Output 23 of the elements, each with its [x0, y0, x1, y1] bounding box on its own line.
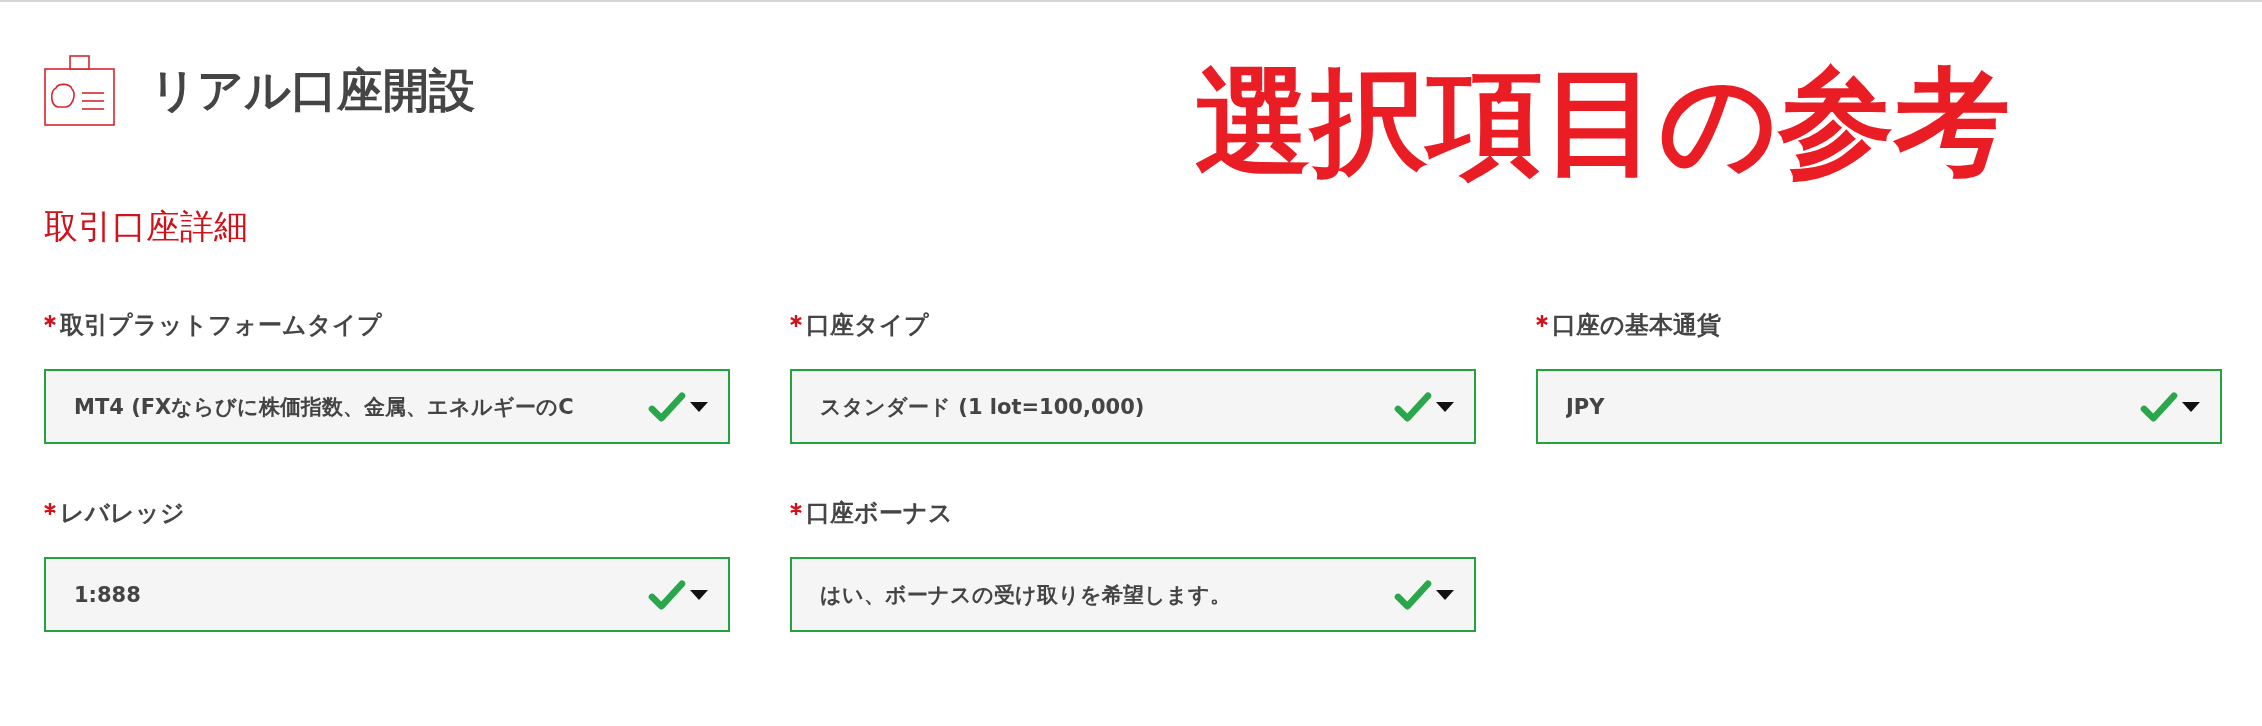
field-label: レバレッジ	[60, 498, 185, 529]
caret-icon	[690, 401, 708, 412]
caret-icon	[2182, 401, 2200, 412]
field-label: 口座ボーナス	[806, 498, 953, 529]
dropdown-field[interactable]: はい、ボーナスの受け取りを希望します。	[790, 557, 1476, 632]
checkmark-icon	[2140, 391, 2178, 422]
section-heading: 取引口座詳細	[44, 205, 249, 248]
dropdown-field[interactable]: 1:888	[44, 557, 730, 632]
dropdown-field[interactable]: スタンダード (1 lot=100,000)	[790, 369, 1476, 444]
checkmark-icon	[648, 391, 686, 422]
field-label: 取引プラットフォームタイプ	[60, 310, 382, 341]
id-badge-icon	[44, 55, 116, 127]
caret-icon	[1436, 589, 1454, 600]
page-title: リアル口座開設	[150, 62, 475, 119]
field-label: 口座の基本通貨	[1552, 310, 1721, 341]
checkmark-icon	[1394, 579, 1432, 610]
checkmark-icon	[1394, 391, 1432, 422]
field-label: 口座タイプ	[806, 310, 929, 341]
caret-icon	[690, 589, 708, 600]
annotation-text: 選択項目の参考	[1195, 58, 2010, 186]
caret-icon	[1436, 401, 1454, 412]
dropdown-field[interactable]: MT4 (FXならびに株価指数、金属、エネルギーのC	[44, 369, 730, 444]
checkmark-icon	[648, 579, 686, 610]
